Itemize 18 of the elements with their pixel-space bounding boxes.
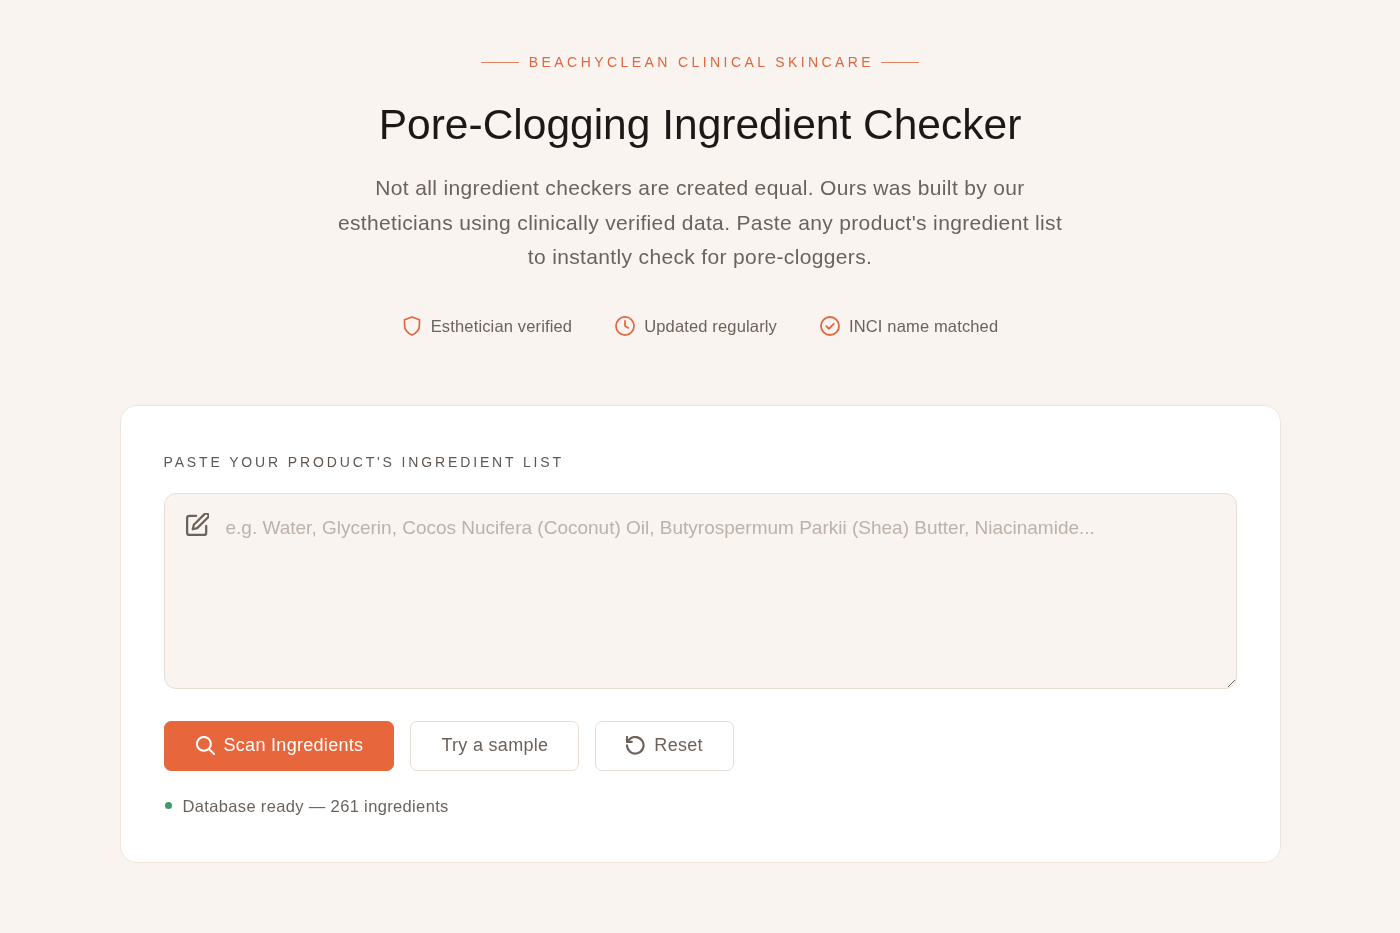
scan-button[interactable]: Scan Ingredients xyxy=(163,720,395,771)
intro-paragraph: Not all ingredient checkers are created equal. Ours was built by our estheticians using clinically verified data. Paste any product's ingredient list to instantly check for pore-cloggers. xyxy=(336,175,1064,270)
search-icon xyxy=(195,736,215,755)
ingredient-textarea[interactable]: e.g. Water, Glycerin, Cocos Nucifera (Coconut) Oil, Butyrospermum Parkii (Shea) Butter, Niacinamide... xyxy=(163,492,1237,689)
clock-icon xyxy=(615,315,636,336)
rotate-left-icon xyxy=(626,736,646,755)
brand-eyebrow: BEACHYCLEAN CLINICAL SKINCARE xyxy=(528,54,875,71)
trust-badge-label: INCI name matched xyxy=(849,315,999,336)
trust-badge-label: Esthetician verified xyxy=(430,315,573,336)
edit-square-icon xyxy=(185,512,209,536)
page-title: Pore-Clogging Ingredient Checker xyxy=(377,100,1023,150)
trust-badge-label: Updated regularly xyxy=(644,315,777,336)
check-circle-icon xyxy=(820,315,840,336)
database-status: Database ready — 261 ingredients xyxy=(182,795,449,816)
field-label: PASTE YOUR PRODUCT'S INGREDIENT LIST xyxy=(163,452,565,471)
shield-icon xyxy=(401,315,422,336)
reset-button[interactable]: Reset xyxy=(595,720,734,771)
sample-button[interactable]: Try a sample xyxy=(410,720,580,771)
